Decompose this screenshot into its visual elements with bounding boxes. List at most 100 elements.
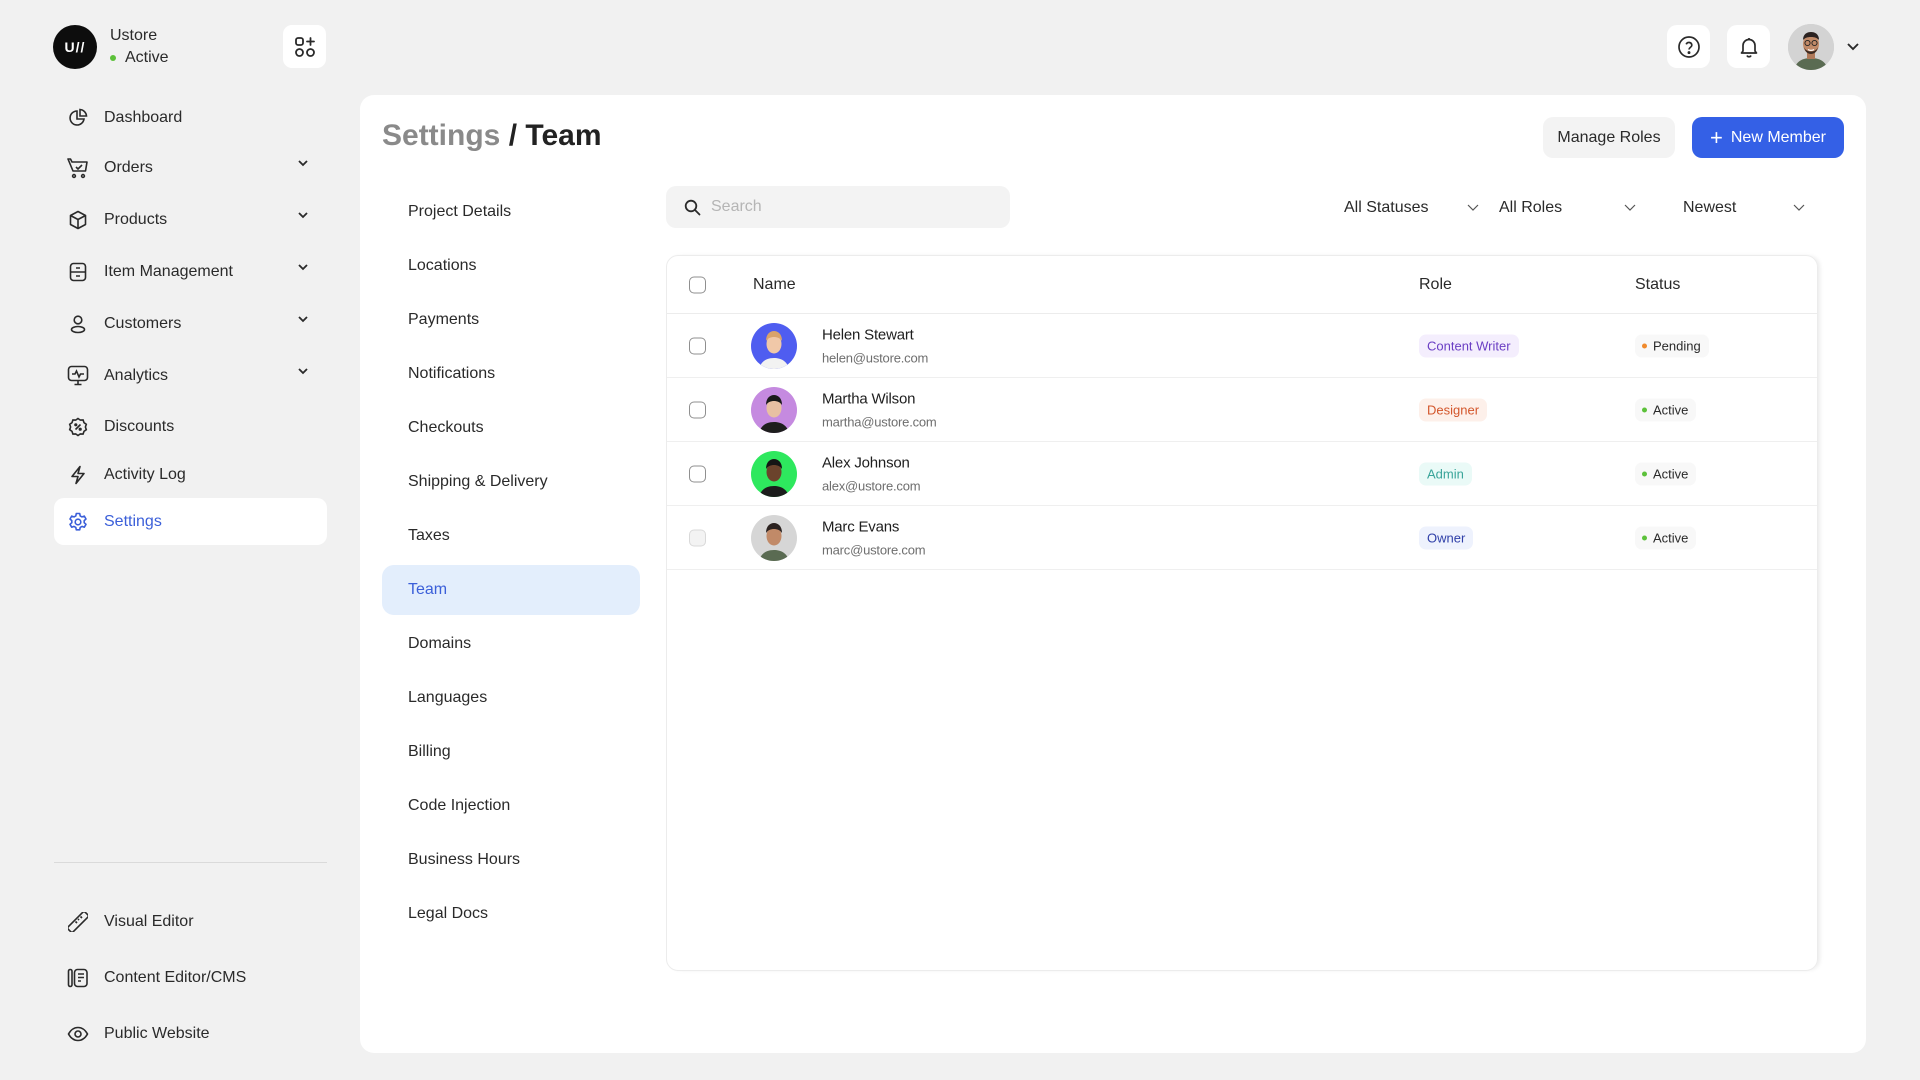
status-label: Active bbox=[1653, 402, 1689, 417]
row-checkbox[interactable] bbox=[689, 337, 706, 354]
submenu-item-team[interactable]: Team bbox=[382, 565, 640, 615]
submenu-item-business-hours[interactable]: Business Hours bbox=[382, 833, 640, 887]
sidebar-item-analytics[interactable]: Analytics bbox=[54, 350, 327, 402]
breadcrumb-current: Team bbox=[525, 119, 602, 152]
brand-status-label: Active bbox=[125, 49, 169, 66]
submenu-item-billing[interactable]: Billing bbox=[382, 725, 640, 779]
brand: U// Ustore Active bbox=[53, 25, 169, 69]
settings-submenu: Project Details Locations Payments Notif… bbox=[382, 185, 640, 941]
team-table: Name Role Status Helen Stewart helen@ust… bbox=[666, 255, 1818, 971]
status-filter-value: All Statuses bbox=[1344, 199, 1429, 216]
new-member-label: New Member bbox=[1730, 128, 1826, 146]
submenu-item-locations[interactable]: Locations bbox=[382, 239, 640, 293]
status-label: Active bbox=[1653, 530, 1689, 545]
table-row[interactable]: Martha Wilson martha@ustore.com Designer… bbox=[667, 378, 1817, 442]
role-badge: Admin bbox=[1419, 462, 1472, 485]
notifications-button[interactable] bbox=[1727, 25, 1770, 68]
help-circle-icon bbox=[1677, 35, 1700, 58]
submenu-item-shipping-delivery[interactable]: Shipping & Delivery bbox=[382, 455, 640, 509]
sidebar-item-content-editor[interactable]: Content Editor/CMS bbox=[54, 950, 327, 1006]
sidebar-item-label: Orders bbox=[104, 159, 153, 176]
member-name[interactable]: Alex Johnson bbox=[822, 454, 920, 471]
chevron-down-icon bbox=[298, 316, 308, 323]
submenu-item-payments[interactable]: Payments bbox=[382, 293, 640, 347]
submenu-item-domains[interactable]: Domains bbox=[382, 617, 640, 671]
sidebar-item-products[interactable]: Products bbox=[54, 194, 327, 246]
row-checkbox[interactable] bbox=[689, 529, 706, 546]
search-input[interactable] bbox=[711, 198, 991, 216]
sidebar-item-label: Activity Log bbox=[104, 466, 186, 483]
sidebar-item-label: Customers bbox=[104, 315, 182, 332]
breadcrumb-separator: / bbox=[508, 119, 518, 152]
submenu-item-code-injection[interactable]: Code Injection bbox=[382, 779, 640, 833]
table-row[interactable]: Marc Evans marc@ustore.com Owner Active bbox=[667, 506, 1817, 570]
sidebar-item-customers[interactable]: Customers bbox=[54, 298, 327, 350]
help-button[interactable] bbox=[1667, 25, 1710, 68]
member-avatar bbox=[751, 514, 797, 561]
role-badge: Owner bbox=[1419, 526, 1474, 549]
sidebar-item-orders[interactable]: Orders bbox=[54, 142, 327, 194]
sidebar-item-label: Discounts bbox=[104, 418, 175, 435]
member-info: Martha Wilson martha@ustore.com bbox=[822, 390, 937, 429]
brand-name: Ustore bbox=[110, 27, 158, 44]
member-name[interactable]: Martha Wilson bbox=[822, 390, 937, 407]
member-avatar bbox=[751, 386, 797, 433]
gear-icon bbox=[69, 512, 87, 531]
breadcrumb-settings[interactable]: Settings bbox=[382, 119, 500, 152]
ruler-icon bbox=[68, 912, 88, 932]
search-box bbox=[666, 186, 1010, 228]
sidebar-item-dashboard[interactable]: Dashboard bbox=[54, 94, 327, 142]
sidebar-nav: Dashboard Orders Products Item Managemen… bbox=[54, 94, 327, 545]
row-checkbox[interactable] bbox=[689, 401, 706, 418]
member-name[interactable]: Marc Evans bbox=[822, 518, 925, 535]
document-edit-icon bbox=[67, 968, 88, 988]
sidebar-item-activity-log[interactable]: Activity Log bbox=[54, 452, 327, 498]
sidebar-item-discounts[interactable]: Discounts bbox=[54, 402, 327, 452]
member-avatar-image bbox=[751, 322, 797, 369]
page-title: Settings / Team bbox=[382, 119, 602, 153]
sort-dropdown[interactable]: Newest bbox=[1683, 193, 1813, 223]
monitor-chart-icon bbox=[67, 365, 89, 386]
table-row[interactable]: Helen Stewart helen@ustore.com Content W… bbox=[667, 314, 1817, 378]
role-badge: Content Writer bbox=[1419, 334, 1519, 357]
new-member-button[interactable]: + New Member bbox=[1692, 117, 1844, 158]
sidebar-item-label: Settings bbox=[104, 512, 162, 530]
manage-roles-button[interactable]: Manage Roles bbox=[1543, 117, 1675, 158]
chevron-down-icon bbox=[298, 160, 308, 167]
sidebar-item-public-website[interactable]: Public Website bbox=[54, 1006, 327, 1062]
sidebar-bottom-nav: Visual Editor Content Editor/CMS Public … bbox=[54, 894, 327, 1062]
sidebar-item-label: Public Website bbox=[104, 1025, 210, 1042]
user-menu-chevron-icon[interactable] bbox=[1846, 42, 1860, 51]
submenu-item-notifications[interactable]: Notifications bbox=[382, 347, 640, 401]
column-header-status[interactable]: Status bbox=[1635, 276, 1680, 294]
table-row[interactable]: Alex Johnson alex@ustore.com Admin Activ… bbox=[667, 442, 1817, 506]
member-email: alex@ustore.com bbox=[822, 478, 921, 493]
sidebar-item-label: Visual Editor bbox=[104, 913, 194, 930]
sidebar-item-visual-editor[interactable]: Visual Editor bbox=[54, 894, 327, 950]
column-header-role[interactable]: Role bbox=[1419, 276, 1452, 294]
status-filter-dropdown[interactable]: All Statuses bbox=[1344, 193, 1480, 223]
sidebar-item-item-management[interactable]: Item Management bbox=[54, 246, 327, 298]
status-badge: Pending bbox=[1635, 334, 1709, 357]
role-filter-value: All Roles bbox=[1499, 199, 1563, 216]
sidebar-item-settings[interactable]: Settings bbox=[54, 498, 327, 545]
submenu-item-taxes[interactable]: Taxes bbox=[382, 509, 640, 563]
member-name[interactable]: Helen Stewart bbox=[822, 326, 928, 343]
chevron-down-icon bbox=[1624, 204, 1636, 211]
pie-chart-icon bbox=[69, 108, 88, 126]
brand-status: Active bbox=[110, 47, 169, 69]
submenu-item-legal-docs[interactable]: Legal Docs bbox=[382, 887, 640, 941]
role-filter-dropdown[interactable]: All Roles bbox=[1499, 193, 1639, 223]
submenu-item-languages[interactable]: Languages bbox=[382, 671, 640, 725]
grid-plus-icon bbox=[294, 36, 315, 57]
user-avatar[interactable] bbox=[1788, 24, 1834, 70]
status-badge: Active bbox=[1635, 462, 1697, 485]
submenu-item-project-details[interactable]: Project Details bbox=[382, 185, 640, 239]
apps-grid-button[interactable] bbox=[283, 25, 326, 68]
chevron-down-icon bbox=[1467, 204, 1479, 211]
status-dot-icon bbox=[1642, 343, 1647, 348]
submenu-item-checkouts[interactable]: Checkouts bbox=[382, 401, 640, 455]
column-header-name[interactable]: Name bbox=[753, 276, 796, 294]
row-checkbox[interactable] bbox=[689, 465, 706, 482]
select-all-checkbox[interactable] bbox=[689, 276, 706, 293]
